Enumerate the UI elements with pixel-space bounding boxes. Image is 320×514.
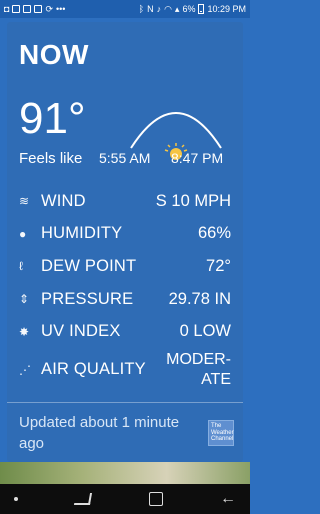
signal-icon: ▴ xyxy=(174,3,180,14)
battery-icon xyxy=(198,4,205,14)
air-quality-icon: ⋰ xyxy=(19,362,31,377)
status-time: 10:29 PM xyxy=(207,4,246,14)
humidity-icon: ● xyxy=(19,226,27,241)
card-divider xyxy=(7,402,243,403)
recent-apps-icon[interactable] xyxy=(74,493,93,505)
humidity-value: 66% xyxy=(197,224,231,243)
wind-label: WIND xyxy=(41,191,86,210)
sun-path-arc xyxy=(130,112,222,149)
air-quality-row: ⋰ AIR QUALITY MODER- ATE xyxy=(19,348,231,392)
feels-like-label: Feels like xyxy=(19,150,83,167)
weather-channel-logo: The Weather Channel xyxy=(208,420,234,446)
pressure-row: ⇕ PRESSURE 29.78 IN xyxy=(19,283,231,316)
nav-dot-icon[interactable] xyxy=(14,497,18,501)
status-bar: ◘ ⟳ ••• ᛒ N ♪ ◠ ▴ 6% 10:29 PM xyxy=(0,0,250,18)
air-quality-label: AIR QUALITY xyxy=(41,360,146,379)
mute-icon: ♪ xyxy=(156,3,162,14)
updated-timestamp: Updated about 1 minute ago xyxy=(19,414,180,452)
humidity-row: ● HUMIDITY 66% xyxy=(19,218,231,251)
navigation-bar: ← xyxy=(0,484,250,514)
background-image-strip xyxy=(0,462,250,484)
more-notifications-icon: ••• xyxy=(55,3,66,14)
pressure-label: PRESSURE xyxy=(41,289,134,308)
humidity-label: HUMIDITY xyxy=(41,224,123,243)
uv-index-icon: ✸ xyxy=(19,324,30,339)
notification-icons: ◘ ⟳ ••• xyxy=(4,3,66,14)
battery-percent: 6% xyxy=(182,4,196,14)
current-temperature: 91° xyxy=(19,94,86,143)
sunset-time: 8:47 PM xyxy=(171,150,224,166)
dew-point-label: DEW POINT xyxy=(41,256,137,275)
uv-index-label: UV INDEX xyxy=(41,322,121,341)
bluetooth-icon: ᛒ xyxy=(138,3,145,14)
sync-icon: ⟳ xyxy=(45,3,53,14)
card-title: NOW xyxy=(19,39,89,70)
uv-index-value: 0 LOW xyxy=(179,322,231,341)
pressure-icon: ⇕ xyxy=(19,292,30,307)
system-icons: ᛒ N ♪ ◠ ▴ 6% 10:29 PM xyxy=(139,4,246,14)
wind-icon: ≋ xyxy=(19,194,30,209)
gmail-icon xyxy=(12,5,21,13)
wind-row: ≋ WIND S 10 MPH xyxy=(19,185,231,218)
pressure-value: 29.78 IN xyxy=(168,289,231,308)
gmail-icon xyxy=(23,5,32,13)
air-quality-value-line1: MODER- xyxy=(166,350,231,368)
home-button-icon[interactable] xyxy=(148,492,163,506)
wind-value: S 10 MPH xyxy=(155,191,231,210)
photos-icon xyxy=(34,5,43,13)
back-arrow-icon[interactable]: ← xyxy=(220,491,236,507)
notification-icon: ◘ xyxy=(4,3,10,14)
current-conditions-card[interactable]: NOW 91° Feels like 5:55 AM 8:47 PM ≋ WIN… xyxy=(7,22,243,462)
uv-index-row: ✸ UV INDEX 0 LOW xyxy=(19,315,231,348)
conditions-list: ≋ WIND S 10 MPH ● HUMIDITY 66% ℓ DEW POI… xyxy=(19,185,231,392)
dew-point-icon: ℓ xyxy=(19,259,23,274)
dew-point-value: 72° xyxy=(206,256,231,275)
air-quality-value: MODER- ATE xyxy=(166,350,231,390)
nfc-icon: N xyxy=(147,3,154,14)
air-quality-value-line2: ATE xyxy=(201,370,231,388)
wifi-icon: ◠ xyxy=(164,3,172,14)
dew-point-row: ℓ DEW POINT 72° xyxy=(19,250,231,283)
sunrise-time: 5:55 AM xyxy=(99,150,151,166)
